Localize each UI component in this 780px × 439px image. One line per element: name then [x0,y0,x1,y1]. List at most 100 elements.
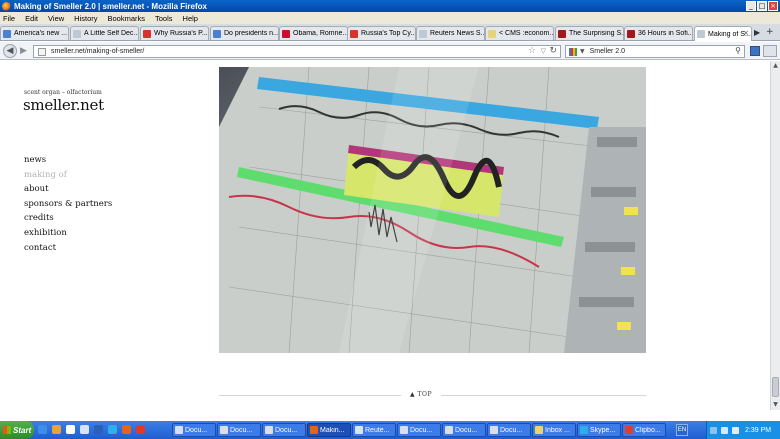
search-icon[interactable]: ⚲ [735,46,741,55]
back-to-top-link[interactable]: ▲ TOP [410,391,432,398]
nav-link-exhibition[interactable]: exhibition [24,226,112,241]
ie-icon[interactable] [38,425,47,434]
media-icon[interactable] [52,425,61,434]
taskbar-button[interactable]: Docu... [172,423,216,437]
browser-tab[interactable]: Do presidents n... [210,26,279,40]
menu-help[interactable]: Help [183,14,198,23]
taskbar-button[interactable]: Docu... [262,423,306,437]
reload-icon[interactable]: ↻ [549,46,557,56]
doc-icon [265,426,273,434]
browser-tab[interactable]: 36 Hours in Sofi... [624,26,693,40]
taskbar-button-label: Docu... [410,426,433,434]
back-button[interactable]: ◀ [3,44,17,58]
start-button[interactable]: Start [0,421,34,439]
word-icon[interactable] [94,425,103,434]
search-box[interactable]: ▼ Smeller 2.0 ⚲ [565,45,745,58]
close-button[interactable]: × [768,1,778,11]
taskbar-button[interactable]: Makin... [307,423,351,437]
search-engine-dropdown-icon[interactable]: ▼ [580,48,585,55]
doc-icon [490,426,498,434]
clipboard-icon [625,426,633,434]
search-input[interactable]: Smeller 2.0 [590,48,625,55]
tab-scroll-right-icon[interactable]: ▶ [754,28,760,37]
nav-link-sponsors-partners[interactable]: sponsors & partners [24,197,112,212]
site-title[interactable]: smeller.net [23,96,104,114]
making-of-photo [219,67,646,353]
browser-tab[interactable]: Obama, Romne... [279,26,348,40]
scroll-down-icon[interactable]: ▼ [771,400,780,410]
taskbar-button[interactable]: Docu... [442,423,486,437]
url-bar[interactable]: smeller.net/making-of-smeller/ ☆ ▽ ↻ [33,45,561,58]
menu-file[interactable]: File [3,14,15,23]
ap-icon [282,29,290,38]
url-dropdown-icon[interactable]: ▽ [541,47,546,55]
title-bar: Making of Smeller 2.0 | smeller.net - Mo… [0,0,780,12]
start-label: Start [13,425,32,435]
taskbar-button-label: Reute... [365,426,390,434]
network-icon[interactable] [721,426,728,434]
record-icon[interactable] [136,425,145,434]
taskbar-button[interactable]: Docu... [397,423,441,437]
taskbar-button-label: Docu... [275,426,298,434]
taskbar-button[interactable]: Reute... [352,423,396,437]
browser-tab[interactable]: Making of S... × [694,26,752,41]
tab-label: A Little Self Dec... [84,30,138,37]
taskbar-button-label: Inbox ... [545,426,570,434]
taskbar-button[interactable]: Docu... [217,423,261,437]
language-indicator[interactable]: EN [676,424,688,436]
taskbar-button[interactable]: Clipbo... [622,423,666,437]
pen-icon[interactable] [80,425,89,434]
close-tab-icon[interactable]: × [743,29,749,37]
browser-tab[interactable]: The Surprising S... [555,26,624,40]
browser-tab[interactable]: Why Russia's P... [140,26,209,40]
tab-label: Reuters News S... [430,30,484,37]
google-icon[interactable] [569,47,577,56]
clock[interactable]: 2:39 PM [745,427,771,434]
maximize-button[interactable]: □ [757,1,767,11]
nav-link-about[interactable]: about [24,182,112,197]
tray-expand-icon[interactable] [710,426,717,434]
browser-tab[interactable]: Reuters News S... [416,26,485,40]
system-tray: 2:39 PM [706,421,780,439]
folder-icon [488,29,496,38]
menu-bar: File Edit View History Bookmarks Tools H… [0,12,780,24]
bookmark-star-icon[interactable]: ☆ [528,46,536,56]
outlook-icon[interactable] [66,425,75,434]
menu-history[interactable]: History [74,14,97,23]
new-tab-button[interactable]: + [766,27,774,37]
menu-view[interactable]: View [48,14,64,23]
web-page: scent organ – olfactorium smeller.net ne… [0,61,770,410]
scrollbar-thumb[interactable] [772,377,779,397]
browser-tab[interactable]: A Little Self Dec... [70,26,139,40]
browser-tab[interactable]: < CMS :econom... [485,26,554,40]
minimize-button[interactable]: _ [746,1,756,11]
browser-tab[interactable]: America's new ... [0,26,69,40]
addon-toolbar-icon[interactable] [750,46,760,56]
site-navigation: news making of about sponsors & partners cre… [24,153,112,255]
taskbar-button-label: Docu... [230,426,253,434]
nav-link-making-of[interactable]: making of [24,168,112,183]
windows-logo-icon [3,426,11,434]
scroll-up-icon[interactable]: ▲ [771,61,780,71]
browser-tab[interactable]: Russia's Top Cy... [347,26,416,40]
taskbar-button[interactable]: Inbox ... [532,423,576,437]
menu-bookmarks[interactable]: Bookmarks [108,14,146,23]
taskbar-button[interactable]: Docu... [487,423,531,437]
nyt-icon [627,29,635,38]
taskbar-button-label: Makin... [320,426,345,434]
page-scrollbar[interactable]: ▲ ▼ [770,61,780,410]
tab-bar: Making of S... × 36 Hours in Sofi... The Su… [0,24,780,41]
pen-icon [355,426,363,434]
forward-button[interactable]: ▶ [20,46,27,56]
toolbar-menu-button[interactable] [763,45,777,57]
site-identity-icon[interactable] [38,47,46,56]
nav-link-credits[interactable]: credits [24,211,112,226]
nav-link-news[interactable]: news [24,153,112,168]
menu-tools[interactable]: Tools [155,14,173,23]
volume-icon[interactable] [732,426,739,434]
nav-link-contact[interactable]: contact [24,241,112,256]
menu-edit[interactable]: Edit [25,14,38,23]
firefox-icon[interactable] [122,425,131,434]
taskbar-button[interactable]: Skype... [577,423,621,437]
skype-icon[interactable] [108,425,117,434]
